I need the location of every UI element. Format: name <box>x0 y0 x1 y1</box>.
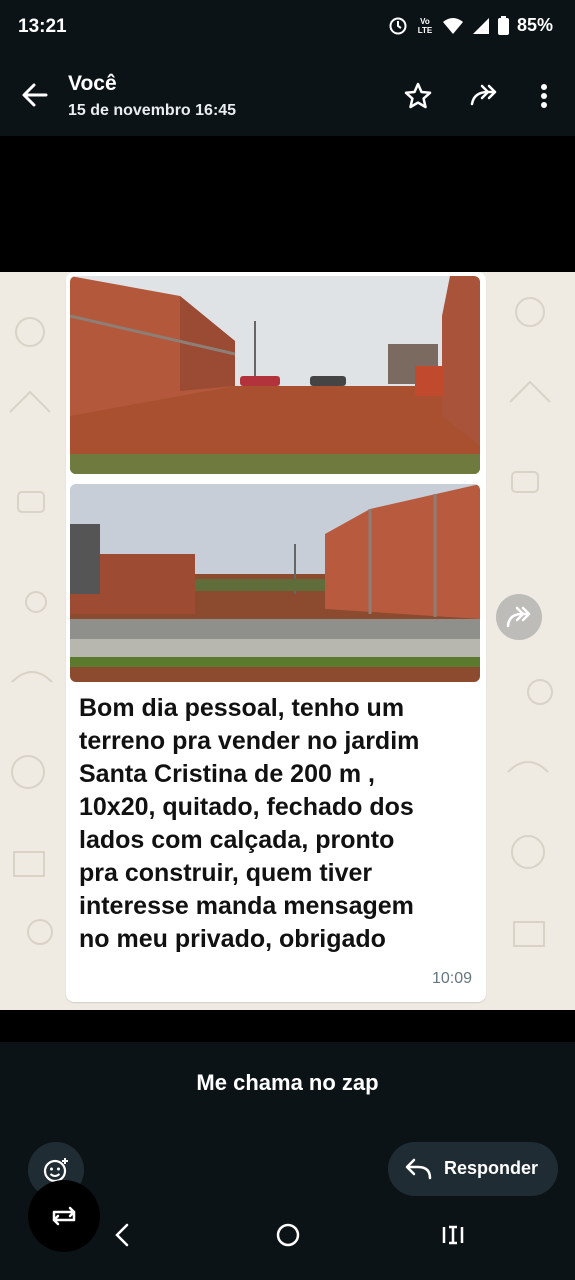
chat-area: Bom dia pessoal, tenho um terreno pra ve… <box>0 272 575 1010</box>
repost-icon <box>52 1206 76 1226</box>
message-line: interesse manda mensagem <box>79 892 414 920</box>
message-line: lados com calçada, pronto <box>79 826 395 854</box>
nav-home-icon[interactable] <box>274 1220 302 1250</box>
alarm-icon <box>389 17 407 34</box>
signal-icon <box>472 17 489 34</box>
forward-message-button[interactable] <box>496 594 542 640</box>
app-bar: Você 15 de novembro 16:45 <box>0 56 575 136</box>
status-bar: 13:21 Vo LTE 85% <box>0 0 575 56</box>
status-time: 13:21 <box>18 16 67 37</box>
message-line: Bom dia pessoal, tenho um <box>79 694 405 722</box>
photo-empty-lot-1[interactable] <box>70 276 480 474</box>
volte-icon: Vo LTE <box>417 16 433 35</box>
repost-button[interactable] <box>28 1180 100 1252</box>
message-time: 10:09 <box>431 970 472 987</box>
battery-percent: 85% <box>516 15 553 35</box>
forward-icon <box>506 606 531 628</box>
forward-icon[interactable] <box>468 80 500 112</box>
message-bubble[interactable]: Bom dia pessoal, tenho um terreno pra ve… <box>66 272 486 1002</box>
message-date: 15 de novembro 16:45 <box>68 102 237 119</box>
back-arrow-icon[interactable] <box>18 78 52 112</box>
reply-button[interactable]: Responder <box>388 1142 558 1196</box>
message-line: no meu privado, obrigado <box>79 925 386 953</box>
battery-icon <box>497 16 509 35</box>
message-line: 10x20, quitado, fechado dos <box>79 793 414 821</box>
message-line: pra construir, quem tiver <box>79 859 373 887</box>
photo-empty-lot-2[interactable] <box>70 484 480 682</box>
reply-icon <box>405 1158 432 1180</box>
status-icons: Vo LTE 85% <box>388 15 553 36</box>
reply-label: Responder <box>444 1158 539 1178</box>
sender-name: Você <box>68 72 117 95</box>
media-letterbox-top <box>0 136 575 272</box>
nav-recents-icon[interactable] <box>440 1220 466 1250</box>
nav-back-icon[interactable] <box>112 1220 132 1250</box>
more-vertical-icon[interactable] <box>528 80 560 112</box>
message-line: terreno pra vender no jardim <box>79 727 420 755</box>
media-letterbox-bottom <box>0 1010 575 1042</box>
message-text: Bom dia pessoal, tenho um terreno pra ve… <box>79 692 479 956</box>
bottom-panel: Me chama no zap Responder <box>0 1042 575 1280</box>
message-line: Santa Cristina de 200 m , <box>79 760 375 788</box>
status-caption: Me chama no zap <box>196 1070 379 1095</box>
star-icon[interactable] <box>402 80 434 112</box>
wifi-icon <box>442 17 463 34</box>
